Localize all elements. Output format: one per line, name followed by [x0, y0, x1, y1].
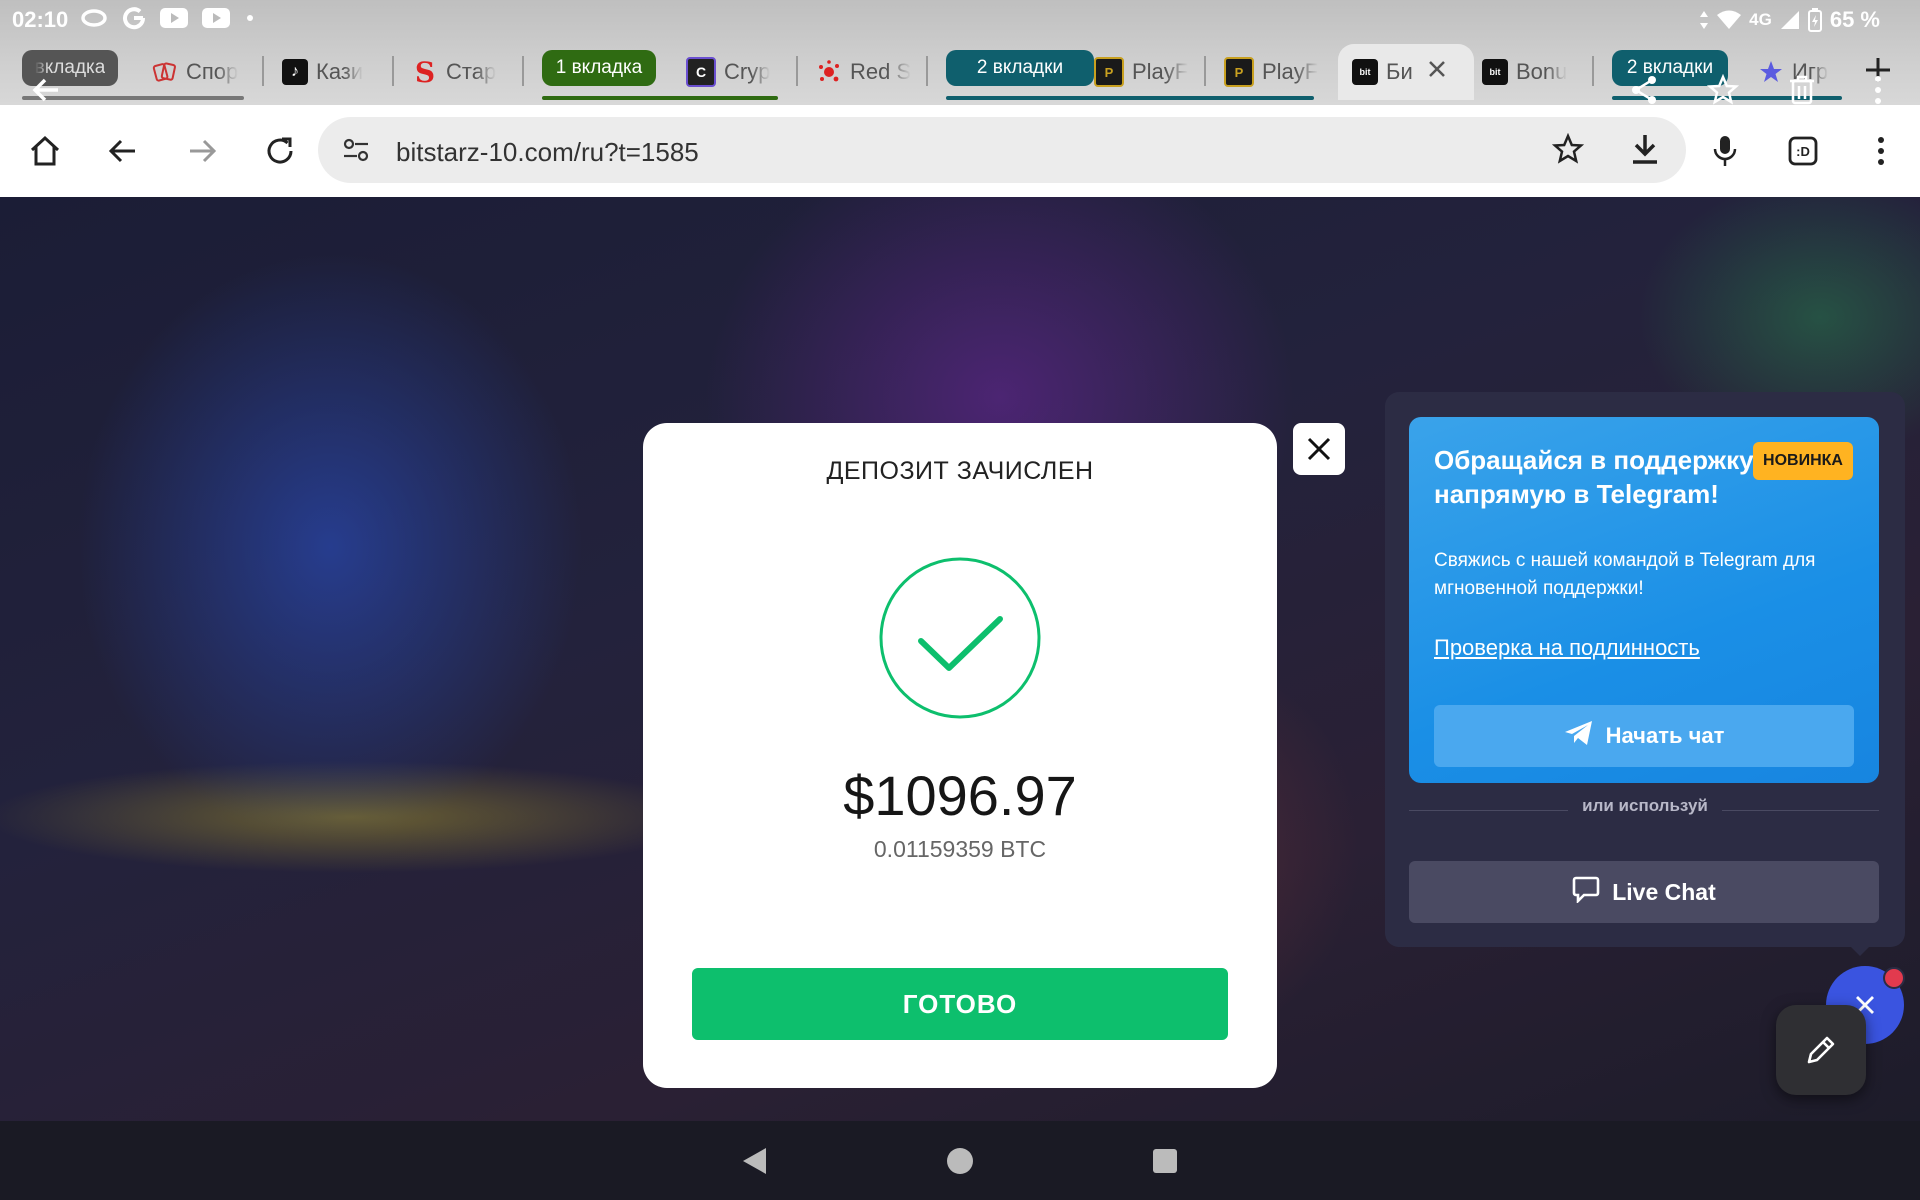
playfortuna-icon: P [1224, 57, 1254, 87]
data-arrows-icon [1699, 10, 1709, 30]
telegram-card-title: Обращайся в поддержку напрямую в Telegra… [1434, 445, 1754, 509]
system-nav-bar [0, 1121, 1920, 1200]
red-splat-icon [816, 59, 842, 85]
forward-button[interactable] [178, 127, 226, 175]
youtube-icon [160, 8, 188, 28]
tab-separator [926, 56, 928, 86]
telegram-card-description: Свяжись с нашей командой в Telegram для … [1434, 550, 1816, 599]
network-type: 4G [1749, 10, 1772, 29]
pencil-icon [1807, 1036, 1835, 1064]
tab-group-1[interactable]: 1 вкладка [542, 50, 656, 86]
support-widget: Обращайся в поддержку напрямую в Telegra… [1385, 392, 1905, 947]
tab-playfortuna-1[interactable]: P PlayF [1094, 50, 1190, 94]
tab-casino[interactable]: ♪ Кази [282, 50, 378, 94]
tab-group-2[interactable]: 2 вкладки [946, 50, 1094, 86]
start-chat-button[interactable]: Начать чат [1434, 705, 1854, 767]
tab-separator [262, 56, 264, 86]
home-button[interactable] [21, 127, 69, 175]
tab-sport[interactable]: Спор [152, 50, 248, 94]
close-modal-button[interactable] [1293, 423, 1345, 475]
youtube-icon [202, 8, 230, 28]
tab-star[interactable]: S Стар [412, 50, 508, 94]
url-text[interactable]: bitstarz-10.com/ru?t=1585 [396, 137, 699, 168]
tab-separator [1204, 56, 1206, 86]
google-icon [122, 6, 146, 30]
tab-red[interactable]: Red S [816, 50, 912, 94]
svg-text::D: :D [1796, 144, 1810, 159]
start-chat-label: Начать чат [1605, 723, 1725, 748]
dot-icon [244, 12, 256, 24]
microphone-button[interactable] [1701, 127, 1749, 175]
nav-home-button[interactable] [940, 1141, 980, 1181]
back-button[interactable] [99, 127, 147, 175]
star-outline-icon[interactable] [1703, 70, 1743, 110]
success-check-icon [879, 557, 1041, 719]
deposit-crypto-amount: 0.01159359 BTC [873, 836, 1047, 862]
s-logo-icon: S [414, 55, 436, 89]
bitstarz-icon: bit [1352, 59, 1378, 85]
verify-authenticity-link[interactable]: Проверка на подлинность [1434, 635, 1700, 661]
tab-separator [392, 56, 394, 86]
close-tab-icon[interactable] [1426, 58, 1448, 86]
status-bar: 02:10 4G 65 % [0, 0, 1920, 40]
star-icon [1758, 59, 1784, 85]
tab-group-underline [946, 96, 1314, 100]
chat-bubble-icon [1572, 875, 1600, 909]
back-arrow-icon[interactable] [26, 70, 66, 110]
tab-bonus[interactable]: bit Bonu [1482, 50, 1578, 94]
tab-separator [522, 56, 524, 86]
reload-button[interactable] [256, 127, 304, 175]
tab-bitstarz-active[interactable]: bit Би [1338, 44, 1474, 100]
more-vert-icon[interactable] [1858, 70, 1898, 110]
deposit-amount: $1096.97 [843, 764, 1077, 827]
site-settings-icon[interactable] [342, 137, 370, 168]
tab-playfortuna-2[interactable]: P PlayF [1224, 50, 1320, 94]
close-icon [1307, 437, 1331, 461]
trash-icon[interactable] [1782, 70, 1822, 110]
browser-top-chrome: 02:10 4G 65 % вкладка Спор ♪ Кази S Стар… [0, 0, 1920, 105]
battery-charging-icon [1807, 8, 1822, 32]
share-icon[interactable] [1624, 70, 1664, 110]
widget-pointer [1846, 942, 1874, 956]
live-chat-label: Live Chat [1612, 878, 1716, 905]
live-chat-button[interactable]: Live Chat [1409, 861, 1879, 923]
deposit-success-modal: ДЕПОЗИТ ЗАЧИСЛЕН $1096.97 0.01159359 BTC… [643, 423, 1277, 1088]
telegram-support-card: Обращайся в поддержку напрямую в Telegra… [1409, 417, 1879, 783]
playfortuna-icon: P [1094, 57, 1124, 87]
status-time: 02:10 [12, 7, 69, 32]
telegram-plane-icon [1564, 720, 1594, 752]
or-use-text: или используй [1568, 796, 1722, 815]
notification-dot [1883, 967, 1905, 989]
bookmark-star-icon[interactable] [1551, 132, 1585, 170]
tab-separator [796, 56, 798, 86]
modal-title: ДЕПОЗИТ ЗАЧИСЛЕН [826, 457, 1094, 485]
wifi-icon [1717, 10, 1742, 30]
address-bar[interactable]: bitstarz-10.com/ru?t=1585 [318, 117, 1686, 183]
tab-group-underline [542, 96, 778, 100]
tab-switcher-button[interactable]: :D [1779, 127, 1827, 175]
menu-button[interactable] [1857, 127, 1905, 175]
browser-toolbar: bitstarz-10.com/ru?t=1585 :D [0, 105, 1920, 198]
cards-icon [152, 59, 178, 85]
new-badge: НОВИНКА [1753, 442, 1853, 480]
c-logo-icon: C [686, 57, 716, 87]
nav-back-button[interactable] [734, 1141, 774, 1181]
nav-recents-button[interactable] [1145, 1141, 1185, 1181]
threads-icon [80, 7, 108, 29]
tiktok-icon: ♪ [282, 59, 308, 85]
bitstarz-icon: bit [1482, 59, 1508, 85]
edit-fab-button[interactable] [1776, 1005, 1866, 1095]
signal-icon [1780, 10, 1800, 30]
tab-separator [1592, 56, 1594, 86]
done-button[interactable]: ГОТОВО [692, 968, 1228, 1040]
battery-level: 65 % [1829, 7, 1880, 32]
tab-crypto[interactable]: C Cryp [686, 50, 782, 94]
download-icon[interactable] [1630, 133, 1660, 170]
